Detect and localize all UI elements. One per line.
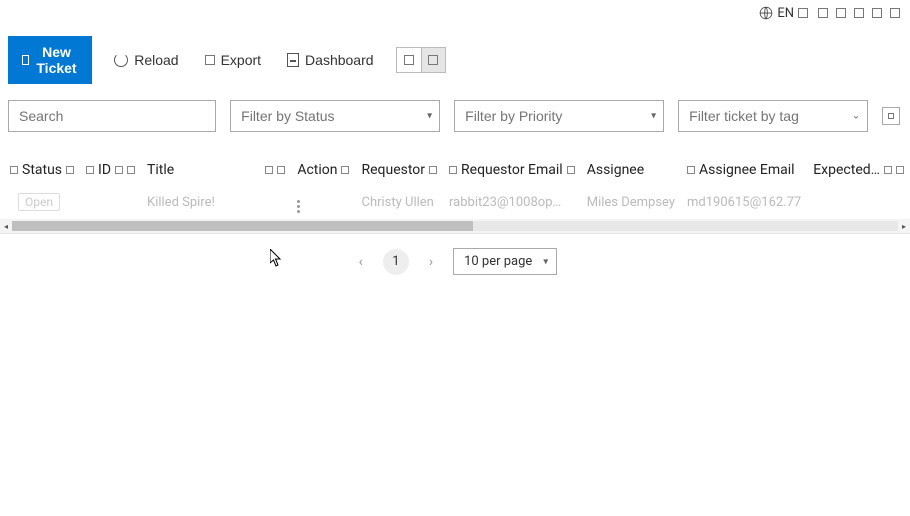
topbar-actions: [818, 8, 900, 18]
reload-button[interactable]: Reload: [110, 46, 182, 74]
per-page-select[interactable]: 10 per page ▾: [453, 248, 557, 275]
scroll-track[interactable]: [12, 221, 898, 231]
sort-icon: [127, 166, 135, 174]
col-expected[interactable]: Expected…: [807, 154, 910, 186]
export-label: Export: [221, 52, 261, 68]
filter-status[interactable]: [230, 100, 440, 132]
cell-id: [80, 186, 141, 219]
scroll-right-icon[interactable]: ▸: [898, 222, 910, 231]
per-page-label: 10 per page: [464, 254, 532, 269]
pagination: ‹ 1 › 10 per page ▾: [0, 234, 910, 289]
filter-icon: [449, 166, 457, 174]
col-assignee[interactable]: Assignee: [581, 154, 681, 186]
sort-icon: [277, 166, 285, 174]
filter-bar: ▾ ▾ ⌄: [0, 94, 910, 138]
col-requestor[interactable]: Requestor: [355, 154, 443, 186]
filter-tag[interactable]: [678, 100, 868, 132]
chevron-down-icon: [798, 8, 808, 18]
ticket-table: Status ID Title Action Requestor Request…: [0, 154, 910, 234]
filter-more-button[interactable]: [882, 107, 900, 125]
dashboard-icon: [287, 53, 299, 67]
reload-icon: [114, 53, 128, 67]
language-label: EN: [777, 6, 794, 21]
export-button[interactable]: Export: [201, 46, 265, 74]
list-icon: [404, 55, 414, 65]
cell-assignee: Miles Dempsey: [581, 186, 681, 219]
reload-label: Reload: [134, 52, 178, 68]
toolbar: New Ticket Reload Export Dashboard: [0, 26, 910, 94]
sort-icon: [265, 166, 273, 174]
cell-action[interactable]: [291, 186, 355, 219]
col-status[interactable]: Status: [0, 154, 80, 186]
dashboard-button[interactable]: Dashboard: [283, 46, 378, 74]
filter-icon: [687, 166, 695, 174]
cell-requestor: Christy Ullen: [355, 186, 443, 219]
view-toggle: [396, 47, 446, 73]
sort-icon: [66, 166, 74, 174]
filter-priority[interactable]: [454, 100, 664, 132]
status-badge: Open: [18, 193, 60, 211]
sort-icon: [115, 166, 123, 174]
cell-assignee-email: md190615@162.77: [681, 186, 807, 219]
filter-icon: [86, 166, 94, 174]
view-grid-button[interactable]: [421, 48, 445, 72]
globe-icon: [759, 6, 773, 20]
col-requestor-email[interactable]: Requestor Email: [443, 154, 581, 186]
page-current[interactable]: 1: [383, 249, 409, 275]
topbar-icon-2[interactable]: [836, 8, 846, 18]
sort-icon: [429, 166, 437, 174]
topbar: EN: [0, 0, 910, 26]
new-ticket-button[interactable]: New Ticket: [8, 36, 92, 84]
export-icon: [205, 55, 215, 65]
kebab-icon: [297, 200, 300, 213]
dashboard-label: Dashboard: [305, 52, 374, 68]
chevron-down-icon: ▾: [543, 256, 548, 267]
grid-icon: [428, 55, 438, 65]
topbar-icon-3[interactable]: [854, 8, 864, 18]
checkbox-icon: [10, 166, 18, 174]
view-list-button[interactable]: [397, 48, 421, 72]
sort-icon: [341, 166, 349, 174]
sort-icon: [567, 166, 575, 174]
scroll-left-icon[interactable]: ◂: [0, 222, 12, 231]
cell-requestor-email: rabbit23@1008op…: [443, 186, 581, 219]
cell-expected: [807, 186, 910, 219]
topbar-icon-4[interactable]: [872, 8, 882, 18]
sort-icon: [884, 166, 892, 174]
more-icon: [888, 113, 894, 119]
col-action[interactable]: Action: [291, 154, 355, 186]
page-prev[interactable]: ‹: [353, 250, 369, 274]
topbar-icon-5[interactable]: [890, 8, 900, 18]
col-id[interactable]: ID: [80, 154, 141, 186]
cell-title: Killed Spire!: [141, 186, 255, 219]
sort-icon: [896, 166, 904, 174]
horizontal-scrollbar[interactable]: ◂ ▸: [0, 219, 910, 233]
topbar-icon-1[interactable]: [818, 8, 828, 18]
table-row[interactable]: Open Killed Spire! Christy Ullen rabbit2…: [0, 186, 910, 219]
col-title[interactable]: Title: [141, 154, 255, 186]
col-title-sort[interactable]: [255, 154, 291, 186]
col-assignee-email[interactable]: Assignee Email: [681, 154, 807, 186]
scroll-thumb[interactable]: [12, 221, 473, 231]
page-next[interactable]: ›: [423, 250, 439, 274]
new-ticket-label: New Ticket: [35, 44, 78, 76]
plus-icon: [22, 55, 29, 65]
table-header-row: Status ID Title Action Requestor Request…: [0, 154, 910, 186]
language-selector[interactable]: EN: [759, 6, 808, 21]
search-input[interactable]: [8, 100, 216, 132]
